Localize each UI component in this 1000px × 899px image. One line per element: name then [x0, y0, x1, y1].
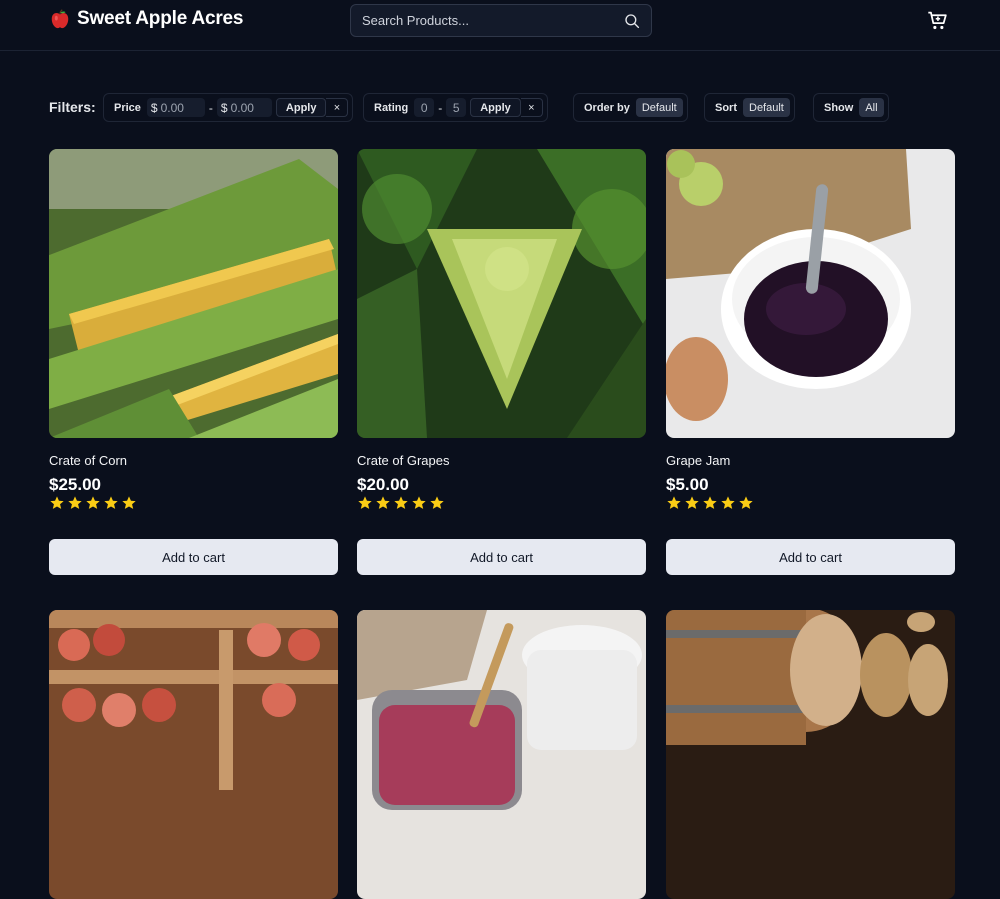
product-name[interactable]: Grape Jam: [666, 453, 730, 468]
star-icon: [394, 496, 408, 509]
order-by-filter: Order by Default: [573, 93, 688, 122]
rating-max-input[interactable]: 5: [446, 98, 467, 117]
add-to-cart-button[interactable]: Add to cart: [666, 539, 955, 575]
search-input[interactable]: [351, 5, 651, 36]
star-icon: [50, 496, 64, 509]
star-icon: [739, 496, 753, 509]
product-name[interactable]: Crate of Grapes: [357, 453, 450, 468]
product-price: $5.00: [666, 475, 709, 494]
price-min-input[interactable]: $ 0.00: [146, 98, 205, 117]
star-icon: [122, 496, 136, 509]
order-by-label: Order by: [584, 101, 630, 114]
rating-apply-button[interactable]: Apply: [470, 98, 521, 117]
star-icon: [721, 496, 735, 509]
price-max-input[interactable]: $ 0.00: [216, 98, 272, 117]
product-image-grapes[interactable]: [357, 149, 646, 438]
star-icon: [685, 496, 699, 509]
sort-label: Sort: [715, 101, 737, 114]
star-icon: [68, 496, 82, 509]
sort-select[interactable]: Default: [743, 98, 790, 117]
sort-filter: Sort Default: [704, 93, 795, 122]
order-by-select[interactable]: Default: [635, 98, 683, 117]
top-navbar: Sweet Apple Acres: [0, 0, 1000, 51]
price-clear-button[interactable]: ×: [326, 98, 349, 117]
product-image-jam-jar[interactable]: [357, 610, 646, 899]
star-icon: [703, 496, 717, 509]
apple-icon: [51, 9, 69, 29]
show-select[interactable]: All: [859, 98, 884, 117]
search-box: [350, 4, 652, 37]
show-label: Show: [824, 101, 854, 114]
price-apply-button[interactable]: Apply: [275, 98, 327, 117]
filters-label: Filters:: [49, 99, 96, 115]
star-icon: [412, 496, 426, 509]
product-image-corn[interactable]: [49, 149, 338, 438]
star-icon: [667, 496, 681, 509]
star-icon: [376, 496, 390, 509]
product-name[interactable]: Crate of Corn: [49, 453, 127, 468]
rating-filter: Rating 0 - 5 Apply ×: [363, 93, 548, 122]
star-icon: [86, 496, 100, 509]
star-icon: [430, 496, 444, 509]
star-icon: [104, 496, 118, 509]
brand-name: Sweet Apple Acres: [77, 8, 244, 29]
rating-stars: [49, 495, 137, 511]
rating-min-input[interactable]: 0: [414, 98, 435, 117]
rating-stars: [357, 495, 445, 511]
product-price: $25.00: [49, 475, 101, 494]
search-icon[interactable]: [623, 12, 641, 30]
brand-link[interactable]: Sweet Apple Acres: [49, 8, 243, 30]
product-image-grape-jam[interactable]: [666, 149, 955, 438]
add-to-cart-button[interactable]: Add to cart: [49, 539, 338, 575]
product-image-barrels[interactable]: [666, 610, 955, 899]
rating-clear-button[interactable]: ×: [520, 98, 543, 117]
price-label: Price: [114, 101, 141, 114]
show-filter: Show All: [813, 93, 889, 122]
add-to-cart-button[interactable]: Add to cart: [357, 539, 646, 575]
filters-bar: Filters: Price $ 0.00 - $ 0.00 Apply × R…: [49, 93, 969, 122]
price-filter: Price $ 0.00 - $ 0.00 Apply ×: [103, 93, 354, 122]
rating-label: Rating: [374, 101, 409, 114]
product-image-apples[interactable]: [49, 610, 338, 899]
cart-icon[interactable]: [927, 10, 948, 31]
star-icon: [358, 496, 372, 509]
product-price: $20.00: [357, 475, 409, 494]
rating-stars: [666, 495, 754, 511]
